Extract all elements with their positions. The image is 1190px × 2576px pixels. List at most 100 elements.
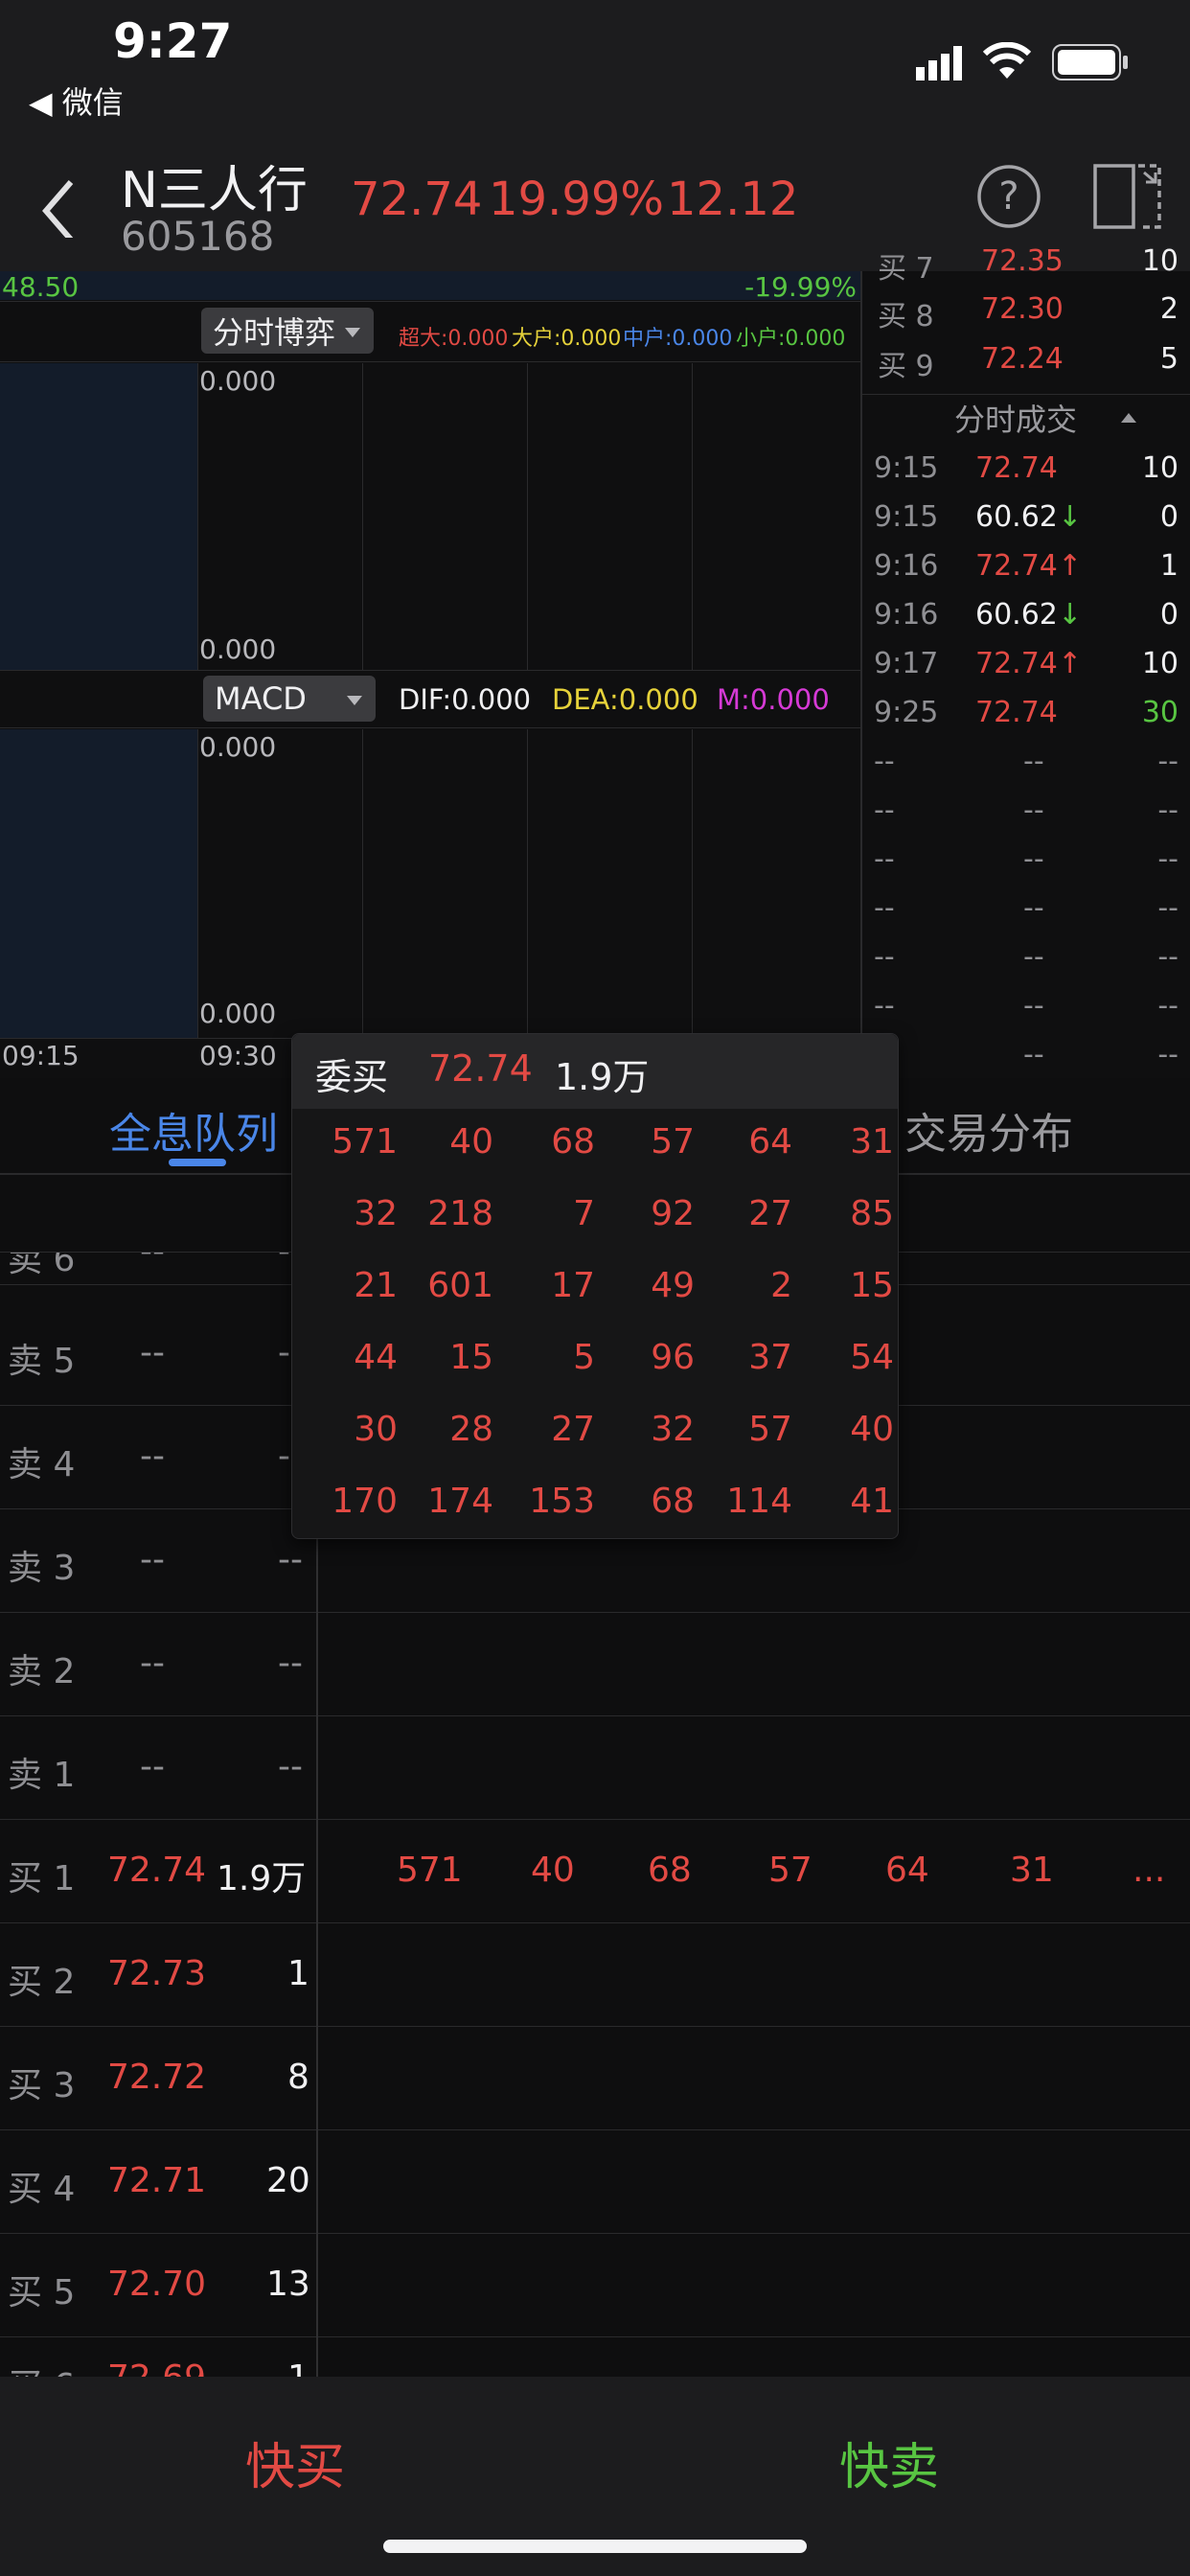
split-layout-icon [1093, 164, 1161, 229]
signal-icon [916, 46, 966, 80]
popup-order-cell: 57 [651, 1122, 695, 1162]
popup-order-cell: 27 [748, 1194, 792, 1233]
popup-order-cell: 85 [850, 1194, 894, 1233]
buy-queue-popup[interactable]: 委买 72.74 1.9万 571 40 68 57 64 31 32 218 7 92 27 85 2… [291, 1033, 899, 1539]
dif-value: DIF:0.000 [399, 683, 532, 716]
quick-buy-button[interactable]: 快买 [245, 2426, 345, 2498]
change-amount: 12.12 [667, 172, 799, 226]
trade-row: 9:17 72.74 ↑ 10 [874, 647, 1179, 680]
popup-order-cell: 68 [551, 1122, 595, 1162]
table-row: 卖 2 -- -- [0, 1613, 1190, 1716]
buy-level-row: 买 9 72.24 5 [878, 342, 1179, 383]
status-time: 9:27 [113, 13, 233, 69]
popup-order-cell: 96 [651, 1338, 695, 1377]
popup-order-cell: 28 [449, 1410, 493, 1449]
table-row: 买 4 72.71 20 [0, 2130, 1190, 2234]
popup-order-cell: 41 [850, 1482, 894, 1521]
table-row: 买 5 72.70 13 [0, 2234, 1190, 2337]
popup-order-cell: 64 [748, 1122, 792, 1162]
trades-title[interactable]: 分时成交 [954, 396, 1077, 440]
table-row: 买 3 72.72 8 [0, 2027, 1190, 2130]
popup-order-cell: 54 [850, 1338, 894, 1377]
chevron-left-icon [42, 180, 74, 242]
indicator1-panel-shade [0, 363, 197, 670]
trade-row: 9:15 60.62 ↓ 0 [874, 500, 1179, 534]
trade-row: 9:15 72.74 10 [874, 451, 1179, 485]
indicator2-panel-shade [0, 729, 197, 1038]
stock-code: 605168 [121, 213, 275, 260]
indicator1-axis-top: 0.000 [199, 365, 277, 397]
table-row: 买 2 72.73 1 [0, 1923, 1190, 2027]
svg-text:?: ? [998, 174, 1018, 218]
home-indicator[interactable] [383, 2540, 807, 2553]
time-axis-mid: 09:30 [199, 1040, 277, 1071]
popup-header: 委买 72.74 1.9万 [292, 1034, 898, 1109]
popup-order-cell: 30 [354, 1410, 398, 1449]
popup-order-cell: 15 [449, 1338, 493, 1377]
popup-order-cell: 218 [427, 1194, 493, 1233]
trade-row-empty: ------ [874, 1038, 1179, 1071]
tab-full-queue[interactable]: 全息队列 [109, 1099, 278, 1161]
intraday-chart[interactable]: 48.50 -19.99% 分时博弈 超大:0.000 大户:0.000 中户:… [0, 271, 860, 1078]
tab-trade-distribution[interactable]: 交易分布 [904, 1099, 1073, 1161]
popup-order-cell: 153 [529, 1482, 595, 1521]
current-price: 72.74 [351, 172, 483, 226]
popup-order-cell: 174 [427, 1482, 493, 1521]
wifi-icon [982, 41, 1032, 80]
order-book-panel[interactable]: 买 7 72.35 10 买 8 72.30 2 买 9 72.24 5 分时成… [860, 244, 1190, 1078]
indicator2-axis-bottom: 0.000 [199, 998, 277, 1029]
back-button[interactable] [34, 171, 82, 242]
popup-order-cell: 32 [354, 1194, 398, 1233]
popup-order-cell: 27 [551, 1410, 595, 1449]
popup-price: 72.74 [428, 1047, 533, 1090]
popup-order-cell: 114 [726, 1482, 792, 1521]
dea-value: DEA:0.000 [552, 683, 698, 716]
chevron-down-icon [347, 696, 362, 705]
popup-order-cell: 40 [850, 1410, 894, 1449]
trade-row: 9:16 60.62 ↓ 0 [874, 598, 1179, 632]
trade-row-empty: ------ [874, 940, 1179, 974]
popup-order-cell: 92 [651, 1194, 695, 1233]
back-to-app-link[interactable]: ◀ 微信 [29, 79, 124, 123]
status-bar: 9:27 ◀ 微信 [0, 0, 1190, 134]
buy-level-row: 买 8 72.30 2 [878, 292, 1179, 334]
indicator2-axis-top: 0.000 [199, 731, 277, 763]
popup-order-cell: 571 [332, 1122, 398, 1162]
quick-sell-button[interactable]: 快卖 [839, 2426, 939, 2498]
popup-order-cell: 15 [850, 1266, 894, 1305]
table-row: 卖 1 -- -- [0, 1716, 1190, 1820]
popup-order-cell: 37 [748, 1338, 792, 1377]
trade-row: 9:25 72.74 30 [874, 696, 1179, 729]
caret-up-icon [1121, 413, 1136, 423]
popup-order-cell: 170 [332, 1482, 398, 1521]
indicator2-selector[interactable]: MACD [203, 676, 376, 722]
low-price-label: 48.50 [2, 271, 80, 303]
indicator1-label: 分时博弈 [213, 314, 336, 351]
switch-layout-button[interactable] [1092, 163, 1163, 230]
popup-order-cell: 5 [573, 1338, 595, 1377]
low-pct-label: -19.99% [744, 271, 857, 303]
trade-row-empty: ------ [874, 794, 1179, 827]
table-row[interactable]: 买 1 72.74 1.9万 571 40 68 57 64 31 ... [0, 1820, 1190, 1923]
trade-row-empty: ------ [874, 842, 1179, 876]
table-row: 买 6 72.69 1 [0, 2337, 1190, 2377]
popup-order-cell: 32 [651, 1410, 695, 1449]
dahu-value: 大户:0.000 [512, 327, 622, 351]
popup-amount: 1.9万 [555, 1056, 650, 1098]
trade-row-empty: ------ [874, 745, 1179, 778]
stock-name: N三人行 [121, 162, 308, 219]
popup-order-cell: 68 [651, 1482, 695, 1521]
indicator1-selector[interactable]: 分时博弈 [201, 308, 374, 354]
popup-order-cell: 601 [427, 1266, 493, 1305]
trade-row-empty: ------ [874, 891, 1179, 925]
indicator2-label: MACD [215, 680, 307, 717]
popup-order-cell: 44 [354, 1338, 398, 1377]
popup-order-cell: 49 [651, 1266, 695, 1305]
question-icon: ? [977, 165, 1041, 228]
popup-order-cell: 7 [573, 1194, 595, 1233]
popup-order-cell: 57 [748, 1410, 792, 1449]
trade-row-empty: ------ [874, 989, 1179, 1023]
time-axis-start: 09:15 [2, 1040, 80, 1071]
help-button[interactable]: ? [975, 163, 1042, 230]
indicator1-axis-bottom: 0.000 [199, 633, 277, 665]
